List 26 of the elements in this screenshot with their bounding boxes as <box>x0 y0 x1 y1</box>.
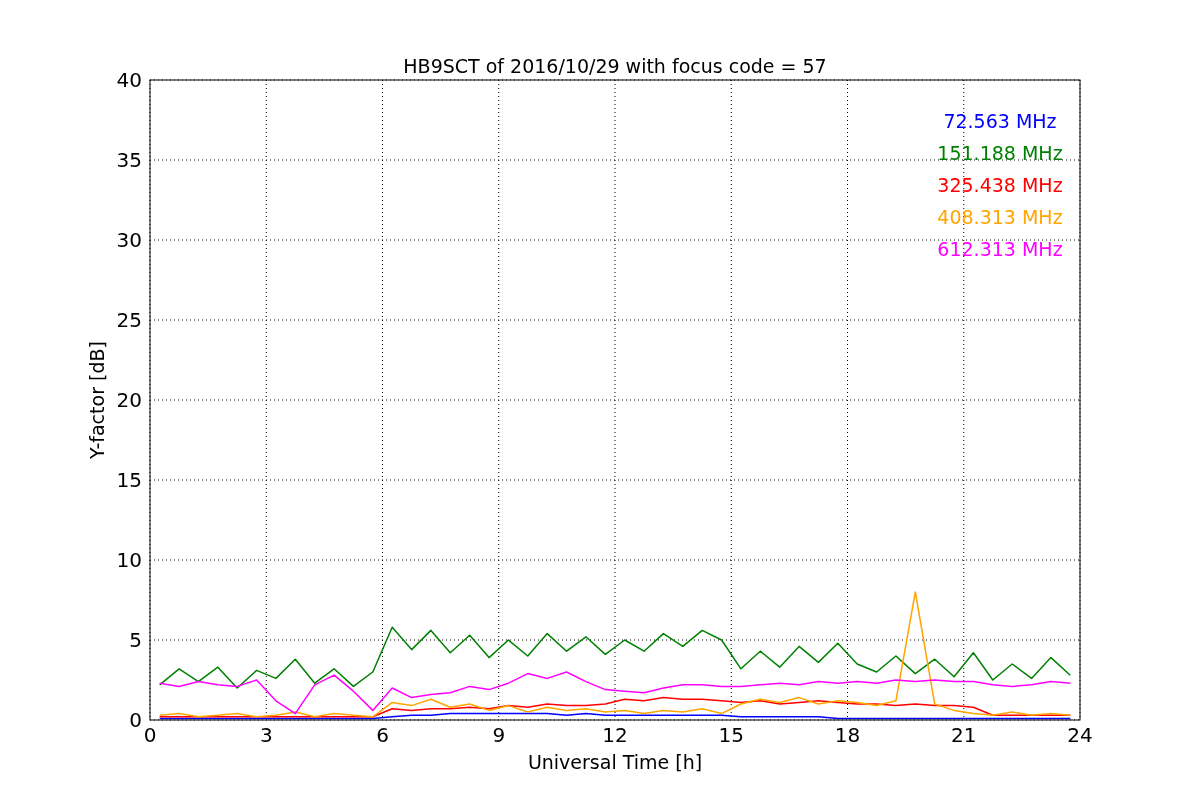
y-tick-label: 5 <box>129 628 142 652</box>
y-tick-label: 15 <box>116 468 142 492</box>
x-tick-label: 3 <box>259 723 273 747</box>
x-tick-label: 6 <box>376 723 389 747</box>
y-tick-label: 25 <box>116 308 142 332</box>
x-tick-label: 0 <box>143 723 157 747</box>
x-axis-label: Universal Time [h] <box>527 751 703 773</box>
x-tick-label: 12 <box>602 723 628 747</box>
y-tick-label: 20 <box>116 388 142 412</box>
legend-label: 612.313 MHz <box>937 238 1063 260</box>
chart-title: HB9SCT of 2016/10/29 with focus code = 57 <box>403 55 827 77</box>
y-tick-label: 35 <box>116 148 142 172</box>
legend-label: 408.313 MHz <box>937 206 1063 228</box>
legend-label: 151.188 MHz <box>937 142 1063 164</box>
x-tick-label: 9 <box>492 723 506 747</box>
legend-label: 325.438 MHz <box>937 174 1063 196</box>
x-tick-label: 24 <box>1067 723 1093 747</box>
y-tick-label: 30 <box>116 228 142 252</box>
y-axis-label: Y-factor [dB] <box>86 341 108 459</box>
x-tick-label: 21 <box>951 723 977 747</box>
legend-label: 72.563 MHz <box>943 110 1057 132</box>
y-tick-label: 0 <box>129 708 142 732</box>
y-tick-label: 10 <box>116 548 142 572</box>
x-tick-label: 18 <box>834 723 861 747</box>
x-tick-label: 15 <box>718 723 744 747</box>
y-tick-label: 40 <box>116 68 142 92</box>
